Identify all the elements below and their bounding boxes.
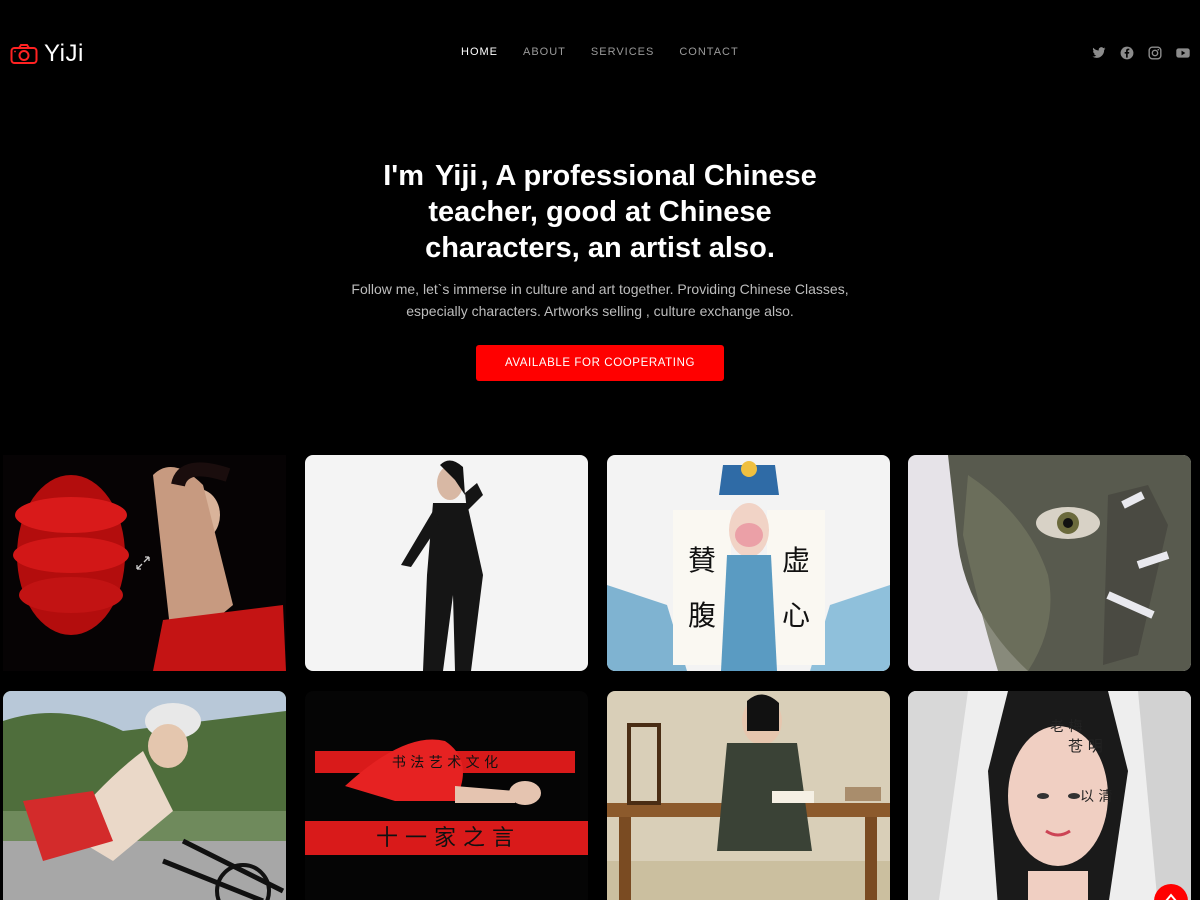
logo[interactable]: YiJi — [10, 40, 84, 68]
cooperate-button[interactable]: AVAILABLE FOR COOPERATING — [476, 345, 724, 381]
svg-text:以 清: 以 清 — [1080, 789, 1112, 805]
facebook-icon[interactable] — [1120, 46, 1134, 60]
gallery-tile-cyclist-calligraphy[interactable] — [3, 691, 286, 900]
expand-icon[interactable] — [135, 555, 151, 571]
nav-about[interactable]: ABOUT — [523, 46, 566, 58]
hero-title-prefix: I'm — [383, 160, 433, 192]
svg-text:腹: 腹 — [688, 599, 716, 632]
nav-home[interactable]: HOME — [461, 46, 498, 58]
hero-name-highlight: Yiji — [430, 158, 483, 194]
svg-text:賛: 賛 — [688, 544, 716, 577]
svg-text:心: 心 — [782, 599, 810, 632]
svg-text:苍 明: 苍 明 — [1068, 737, 1103, 755]
nav-contact[interactable]: CONTACT — [679, 46, 738, 58]
gallery-tile-red-dress-calligraphy[interactable]: 书 法 艺 术 文 化 十 一 家 之 言 — [305, 691, 588, 900]
gallery-tile-calligraphy-face-selfie[interactable]: 苍 明 以 清 老 梅 — [908, 691, 1191, 900]
logo-text: YiJi — [44, 40, 84, 67]
hero-title-suffix: , A professional Chinese teacher, good a… — [425, 160, 817, 264]
gallery-tile-writing-at-desk[interactable] — [607, 691, 890, 900]
svg-text:老 梅: 老 梅 — [1050, 719, 1082, 735]
svg-text:虚: 虚 — [782, 544, 810, 577]
gallery-tile-ink-painted-face[interactable] — [908, 455, 1191, 671]
camera-icon — [10, 43, 38, 65]
social-links — [1092, 46, 1190, 60]
svg-text:书 法 艺 术 文 化: 书 法 艺 术 文 化 — [392, 755, 498, 771]
arrow-up-icon — [1165, 890, 1177, 900]
hero-title: I'm Yiji, A professional Chinese teacher… — [365, 158, 835, 266]
twitter-icon[interactable] — [1092, 46, 1106, 60]
hero-title-name: Yiji — [435, 160, 478, 192]
gallery-tile-opera-calligraphy[interactable]: 賛 腹 虚 心 — [607, 455, 890, 671]
gallery-tile-black-bodysuit[interactable] — [305, 455, 588, 671]
youtube-icon[interactable] — [1176, 46, 1190, 60]
hero-section: I'm Yiji, A professional Chinese teacher… — [0, 158, 1200, 381]
instagram-icon[interactable] — [1148, 46, 1162, 60]
hero-subtitle: Follow me, let`s immerse in culture and … — [351, 281, 849, 319]
main-nav: HOME ABOUT SERVICES CONTACT — [461, 46, 764, 58]
nav-services[interactable]: SERVICES — [591, 46, 654, 58]
site-header: YiJi HOME ABOUT SERVICES CONTACT — [0, 0, 1200, 106]
svg-text:十 一 家 之 言: 十 一 家 之 言 — [376, 826, 514, 851]
